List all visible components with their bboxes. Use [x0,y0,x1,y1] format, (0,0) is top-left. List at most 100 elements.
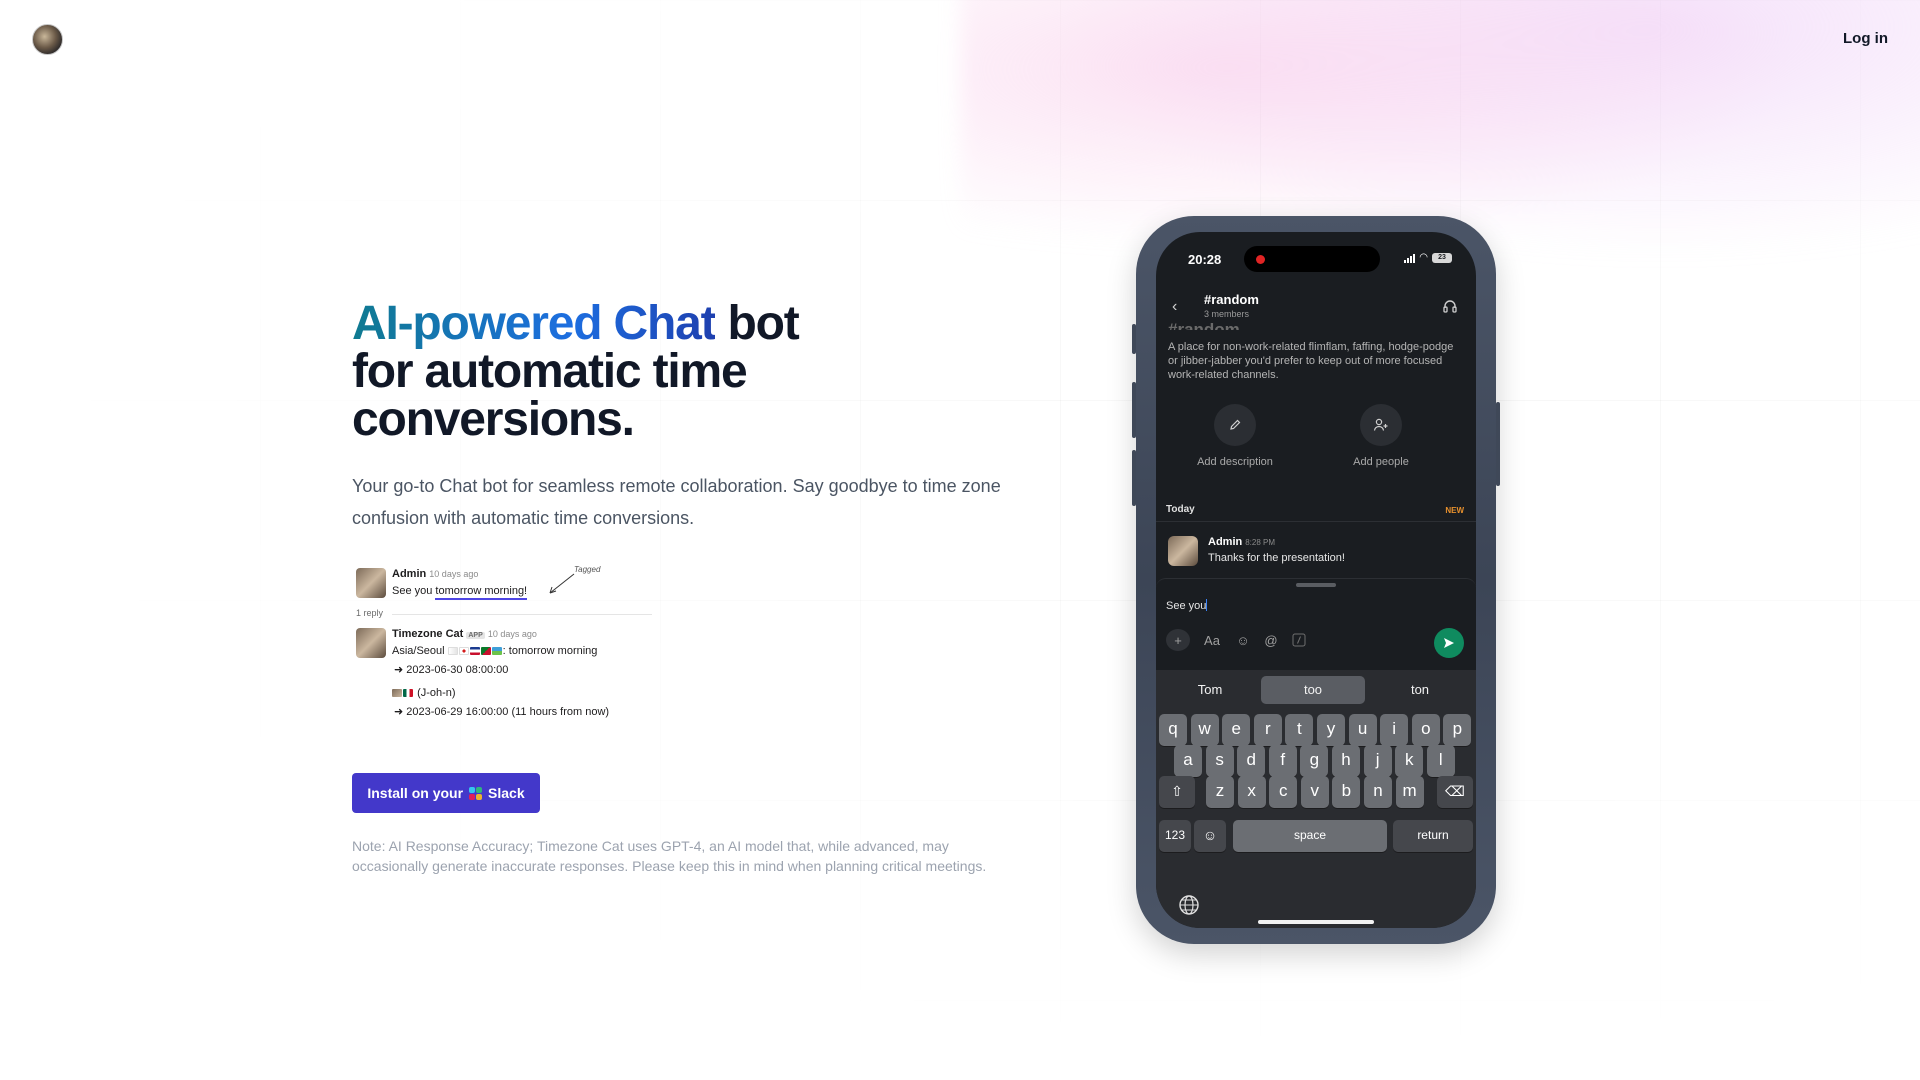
zone1-label: Asia/Seoul [392,645,445,657]
composer-grabber[interactable] [1296,583,1336,587]
bot-zone2-line: (J-oh-n) [392,687,456,699]
key-y[interactable]: y [1317,714,1345,746]
key-b[interactable]: b [1332,776,1361,808]
key-i[interactable]: i [1380,714,1409,746]
backspace-key[interactable]: ⌫ [1437,776,1473,808]
key-h[interactable]: h [1332,745,1360,777]
phone-volume-up [1132,382,1136,438]
status-icons: ◠ 23 [1404,253,1452,263]
phone-mockup: 20:28 ◠ 23 ‹ #random 3 members #random A… [1132,216,1500,944]
message-avatar [1168,536,1198,566]
key-r[interactable]: r [1253,714,1282,746]
add-people-action[interactable]: Add people [1326,404,1436,468]
key-d[interactable]: d [1237,745,1266,777]
key-p[interactable]: p [1443,714,1472,746]
suggestion-1[interactable]: Tom [1158,676,1262,704]
pencil-icon [1214,404,1256,446]
key-a[interactable]: a [1174,745,1202,777]
status-time: 20:28 [1188,252,1222,267]
zone2-result: ➜ 2023-06-29 16:00:00 (11 hours from now… [394,706,610,718]
flag-icon [491,647,502,655]
message-time: 8:28 PM [1245,538,1276,547]
admin-message-text: See you tomorrow morning! [392,585,528,600]
globe-icon[interactable] [1178,894,1200,916]
install-label: Install on your [367,785,464,801]
key-o[interactable]: o [1411,714,1440,746]
channel-name[interactable]: #random [1204,292,1259,307]
flag-us-icon [469,647,480,655]
key-x[interactable]: x [1237,776,1266,808]
headphones-icon[interactable] [1442,298,1458,314]
key-u[interactable]: u [1348,714,1377,746]
home-indicator [1258,920,1374,924]
logo-avatar[interactable] [32,24,63,55]
phone-screen: 20:28 ◠ 23 ‹ #random 3 members #random A… [1156,232,1476,928]
shift-key[interactable]: ⇧ [1159,776,1195,808]
hero-title-line1-rest: bot [715,297,799,350]
install-slack-button[interactable]: Install on your Slack [352,773,540,813]
mention-icon[interactable]: @ [1260,629,1282,651]
key-z[interactable]: z [1206,776,1234,808]
new-badge: NEW [1445,506,1464,515]
key-e[interactable]: e [1222,714,1251,746]
slash-command-icon[interactable] [1290,629,1308,651]
key-g[interactable]: g [1300,745,1329,777]
hero-title: AI-powered Chat bot for automatic time c… [352,300,1012,444]
key-v[interactable]: v [1300,776,1329,808]
emoji-key[interactable]: ☺ [1194,820,1226,852]
text-caret [1206,599,1208,611]
emoji-icon[interactable]: ☺ [1232,629,1254,651]
tagged-label: Tagged [574,565,601,574]
space-key[interactable]: space [1233,820,1387,852]
install-brand: Slack [488,785,525,801]
thread-message-admin: Admin 10 days ago [392,568,478,580]
key-k[interactable]: k [1395,745,1424,777]
key-c[interactable]: c [1269,776,1298,808]
composer-input[interactable]: See you [1166,599,1208,612]
app-badge: APP [466,632,485,639]
key-t[interactable]: t [1285,714,1314,746]
message-item[interactable]: Admin 8:28 PM Thanks for the presentation… [1156,534,1476,574]
send-button[interactable] [1434,628,1464,658]
hero-section: AI-powered Chat bot for automatic time c… [352,300,1012,534]
key-l[interactable]: l [1426,745,1455,777]
date-divider: Today NEW [1156,502,1476,522]
key-j[interactable]: j [1363,745,1392,777]
battery-icon: 23 [1432,253,1452,263]
zone2-label: (J-oh-n) [417,687,456,699]
ios-keyboard: Tom too ton qwertyuiop asdfghjkl zxcvbnm… [1156,670,1476,928]
timezone-cat-avatar [356,628,386,658]
key-w[interactable]: w [1190,714,1219,746]
admin-timestamp: 10 days ago [429,569,479,579]
plus-icon[interactable]: + [1166,629,1190,651]
wifi-icon: ◠ [1419,252,1428,263]
recording-dot-icon [1256,255,1265,264]
key-m[interactable]: m [1395,776,1424,808]
login-link[interactable]: Log in [1843,30,1888,47]
flag-mx-icon [403,689,413,697]
numbers-key[interactable]: 123 [1159,820,1191,852]
phone-volume-down [1132,450,1136,506]
format-text-icon[interactable]: Aa [1200,629,1224,651]
send-icon [1444,638,1454,648]
bot-timestamp: 10 days ago [487,629,537,639]
add-description-action[interactable]: Add description [1180,404,1290,468]
admin-name: Admin [392,568,427,580]
slack-thread-preview: Admin 10 days ago See you tomorrow morni… [352,562,672,732]
key-q[interactable]: q [1159,714,1187,746]
key-f[interactable]: f [1268,745,1297,777]
thread-message-bot: Timezone Cat APP 10 days ago [392,628,537,640]
reply-count: 1 reply [356,608,384,618]
back-icon[interactable]: ‹ [1172,298,1177,316]
admin-message-prefix: See you [392,585,436,597]
zone1-suffix: : tomorrow morning [502,645,598,657]
add-people-label: Add people [1353,456,1409,468]
key-s[interactable]: s [1205,745,1234,777]
message-author-line: Admin 8:28 PM [1208,536,1275,548]
suggestion-3[interactable]: ton [1368,676,1472,704]
key-n[interactable]: n [1364,776,1392,808]
suggestion-2[interactable]: too [1261,676,1365,704]
flag-icon [480,647,491,655]
return-key[interactable]: return [1393,820,1473,852]
message-composer: See you + Aa ☺ @ [1156,578,1476,670]
